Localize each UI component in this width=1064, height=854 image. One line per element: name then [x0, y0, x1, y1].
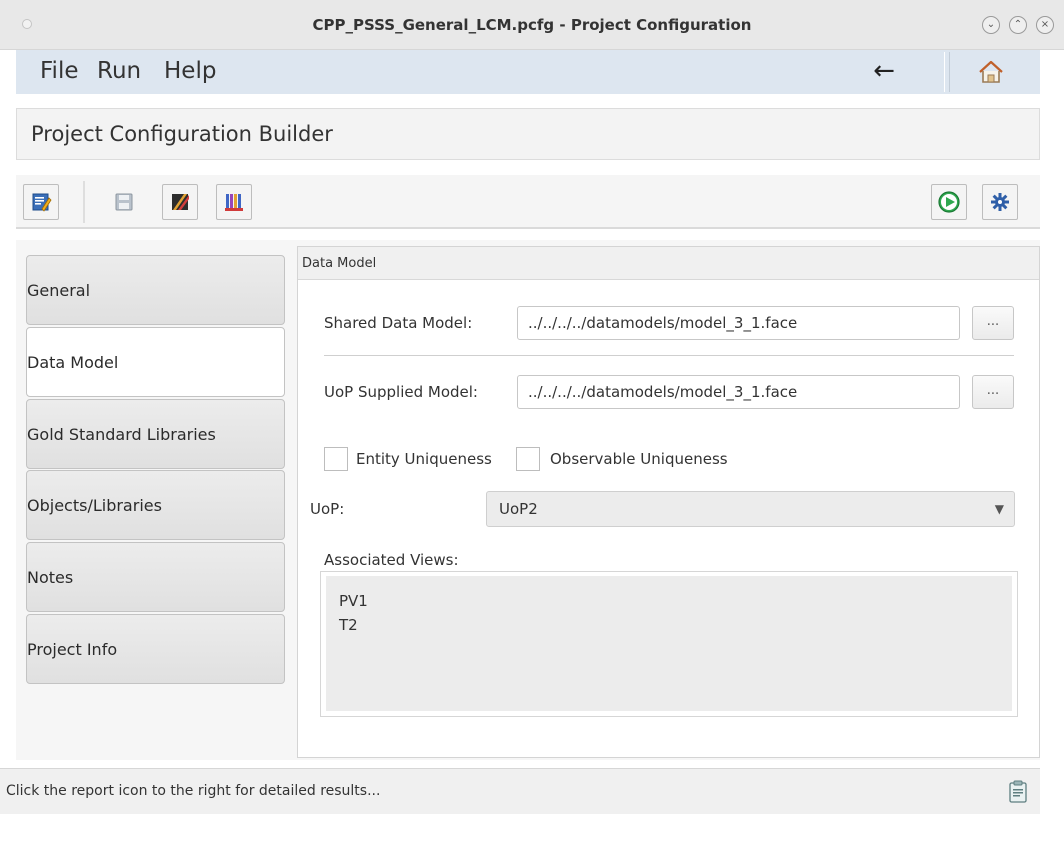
- sidebar-item-gold-standard-libraries[interactable]: Gold Standard Libraries: [26, 399, 285, 469]
- toolbar-separator: [83, 181, 85, 223]
- panel-header: Data Model: [298, 247, 1039, 280]
- sidebar-item-objects-libraries[interactable]: Objects/Libraries: [26, 470, 285, 540]
- menu-run[interactable]: Run: [97, 50, 141, 94]
- sidebar-item-project-info[interactable]: Project Info: [26, 614, 285, 684]
- builder-header: Project Configuration Builder: [16, 108, 1040, 160]
- settings-gear-icon[interactable]: [982, 184, 1018, 220]
- page-title: Project Configuration Builder: [31, 122, 333, 146]
- sidebar-item-label: General: [27, 281, 91, 300]
- shared-data-model-field[interactable]: ../../../../datamodels/model_3_1.face: [517, 306, 960, 340]
- sidebar-item-label: Project Info: [27, 640, 118, 659]
- toolbar: [16, 175, 1040, 229]
- close-icon[interactable]: ×: [1036, 16, 1054, 34]
- chevron-down-icon: ▼: [994, 502, 1004, 516]
- sidebar-item-label: Objects/Libraries: [27, 496, 162, 515]
- save-icon[interactable]: [106, 184, 142, 220]
- uop-supplied-model-browse-button[interactable]: ...: [972, 375, 1014, 409]
- observable-uniqueness-label: Observable Uniqueness: [550, 450, 728, 468]
- data-model-panel: Data Model Shared Data Model: ../../../.…: [297, 246, 1040, 758]
- sidebar-item-data-model[interactable]: Data Model: [26, 327, 285, 397]
- window-title: CPP_PSSS_General_LCM.pcfg - Project Conf…: [312, 16, 752, 34]
- list-item[interactable]: PV1: [339, 589, 368, 613]
- associated-views-list[interactable]: PV1 T2: [320, 571, 1018, 717]
- sidebar-item-label: Gold Standard Libraries: [27, 425, 216, 444]
- panel-title: Data Model: [302, 256, 377, 271]
- shared-data-model-label: Shared Data Model:: [324, 314, 473, 332]
- library-books-icon[interactable]: [216, 184, 252, 220]
- uop-select-value: UoP2: [499, 500, 538, 518]
- sidebar-item-label: Data Model: [27, 353, 119, 372]
- list-item[interactable]: T2: [339, 613, 358, 637]
- sidebar-item-general[interactable]: General: [26, 255, 285, 325]
- report-clipboard-icon[interactable]: [1006, 779, 1030, 805]
- observable-uniqueness-checkbox[interactable]: [516, 447, 540, 471]
- menu-help[interactable]: Help: [164, 50, 216, 94]
- status-bar: Click the report icon to the right for d…: [0, 768, 1040, 814]
- uop-supplied-model-label: UoP Supplied Model:: [324, 383, 478, 401]
- run-icon[interactable]: [931, 184, 967, 220]
- menu-separator: [944, 52, 950, 92]
- status-text: Click the report icon to the right for d…: [6, 783, 381, 799]
- shared-data-model-browse-button[interactable]: ...: [972, 306, 1014, 340]
- sidebar-item-notes[interactable]: Notes: [26, 542, 285, 612]
- home-icon[interactable]: [966, 50, 1016, 94]
- menu-file[interactable]: File: [40, 50, 79, 94]
- sidebar-item-label: Notes: [27, 568, 74, 587]
- associated-views-label: Associated Views:: [324, 551, 459, 569]
- entity-uniqueness-label: Entity Uniqueness: [356, 450, 492, 468]
- edit-clear-icon[interactable]: [162, 184, 198, 220]
- uop-label: UoP:: [310, 500, 345, 518]
- back-arrow-icon[interactable]: ←: [864, 50, 904, 94]
- window-menu-dot-icon[interactable]: [22, 19, 32, 29]
- entity-uniqueness-checkbox[interactable]: [324, 447, 348, 471]
- edit-project-icon[interactable]: [23, 184, 59, 220]
- section-divider: [324, 355, 1014, 356]
- minimize-icon[interactable]: ⌄: [982, 16, 1000, 34]
- maximize-icon[interactable]: ⌃: [1009, 16, 1027, 34]
- uop-supplied-model-field[interactable]: ../../../../datamodels/model_3_1.face: [517, 375, 960, 409]
- associated-views-list-body: PV1 T2: [326, 576, 1012, 711]
- menu-bar: File Run Help ←: [16, 50, 1040, 94]
- window-titlebar: CPP_PSSS_General_LCM.pcfg - Project Conf…: [0, 0, 1064, 50]
- uop-select[interactable]: UoP2 ▼: [486, 491, 1015, 527]
